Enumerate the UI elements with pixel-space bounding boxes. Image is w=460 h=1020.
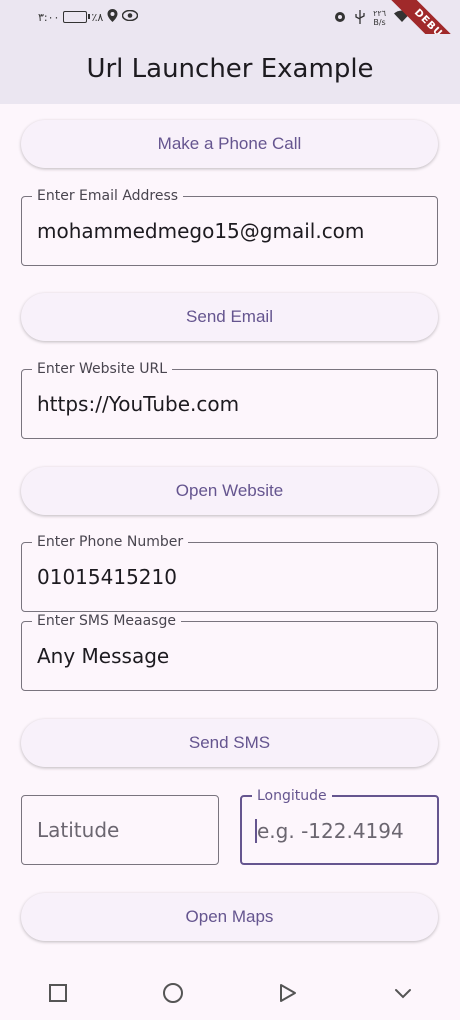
website-field-label: Enter Website URL	[32, 360, 173, 378]
phone-number-field[interactable]: Enter Phone Number 01015415210	[21, 533, 438, 612]
sms-message-field[interactable]: Enter SMS Meaasge Any Message	[21, 612, 438, 691]
website-url-field[interactable]: Enter Website URL https://YouTube.com	[21, 360, 438, 439]
make-phone-call-button[interactable]: Make a Phone Call	[21, 120, 438, 168]
sms-field-label: Enter SMS Meaasge	[32, 612, 181, 630]
longitude-field[interactable]: Longitude e.g. -122.4194	[240, 787, 439, 865]
status-left: ٣:٠٠ ٪٨	[38, 9, 139, 25]
battery-percent: ٪٨	[91, 10, 104, 24]
system-navigation-bar	[0, 966, 460, 1020]
app-bar: Url Launcher Example	[0, 34, 460, 104]
sms-field-value: Any Message	[37, 644, 170, 668]
email-field-label: Enter Email Address	[32, 187, 184, 205]
battery-icon	[63, 11, 91, 23]
eye-icon	[122, 9, 139, 24]
back-icon[interactable]	[268, 973, 308, 1013]
status-bar: ٣:٠٠ ٪٨ ٢٢٦ B/s DEBUG	[0, 0, 460, 73]
net-speed-unit: B/s	[373, 18, 386, 27]
open-maps-button[interactable]: Open Maps	[21, 893, 438, 941]
send-sms-button[interactable]: Send SMS	[21, 719, 438, 767]
phone-field-value: 01015415210	[37, 565, 177, 589]
send-email-button[interactable]: Send Email	[21, 293, 438, 341]
settings-icon	[333, 10, 347, 27]
email-field-value: mohammedmego15@gmail.com	[37, 219, 365, 243]
net-speed-value: ٢٢٦	[373, 9, 386, 18]
latitude-field[interactable]: Latitude	[21, 795, 219, 865]
phone-field-label: Enter Phone Number	[32, 533, 189, 551]
net-speed: ٢٢٦ B/s	[373, 9, 386, 27]
page-title: Url Launcher Example	[86, 54, 374, 84]
location-icon	[107, 9, 118, 25]
status-time: ٣:٠٠	[38, 10, 60, 24]
hide-keyboard-icon[interactable]	[383, 973, 423, 1013]
email-field[interactable]: Enter Email Address mohammedmego15@gmail…	[21, 187, 438, 266]
longitude-placeholder: e.g. -122.4194	[257, 819, 404, 843]
open-website-button[interactable]: Open Website	[21, 467, 438, 515]
home-icon[interactable]	[153, 973, 193, 1013]
website-field-value: https://YouTube.com	[37, 392, 240, 416]
recent-apps-icon[interactable]	[38, 973, 78, 1013]
longitude-field-label: Longitude	[252, 787, 332, 805]
status-right: ٢٢٦ B/s	[333, 9, 410, 27]
usb-icon	[355, 9, 365, 27]
latitude-placeholder: Latitude	[37, 818, 120, 842]
